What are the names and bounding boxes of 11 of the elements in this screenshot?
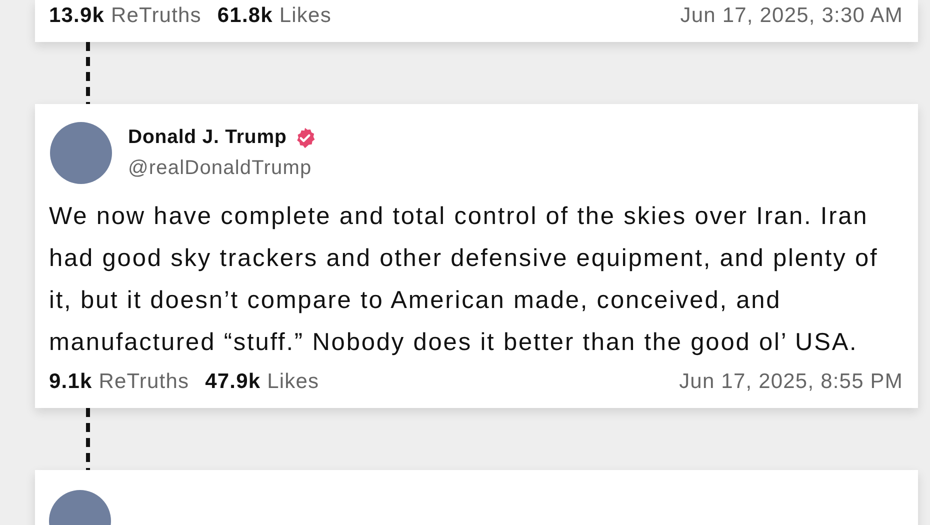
post-text: We now have complete and total control of the skies over Iran. Iran had good sky trackers and other defensive equipment, and plenty of it, but it doesn’t compare to American made, conceived, and manufactured “stuff.” Nobody does it better than the good ol’ USA. [49, 202, 880, 358]
thread-connector [86, 42, 90, 104]
author-name: Donald J. Trump [128, 126, 287, 149]
likes-count: 61.8k Likes [217, 4, 332, 28]
timestamp: Jun 17, 2025, 3:30 AM [680, 4, 903, 28]
timestamp: Jun 17, 2025, 8:55 PM [679, 370, 903, 394]
author-handle: @realDonaldTrump [128, 157, 313, 180]
thread-connector [86, 408, 90, 470]
retruths-count: 9.1k ReTruths [49, 370, 190, 394]
likes-count: 47.9k Likes [205, 370, 320, 394]
retruths-count: 13.9k ReTruths [49, 4, 202, 28]
